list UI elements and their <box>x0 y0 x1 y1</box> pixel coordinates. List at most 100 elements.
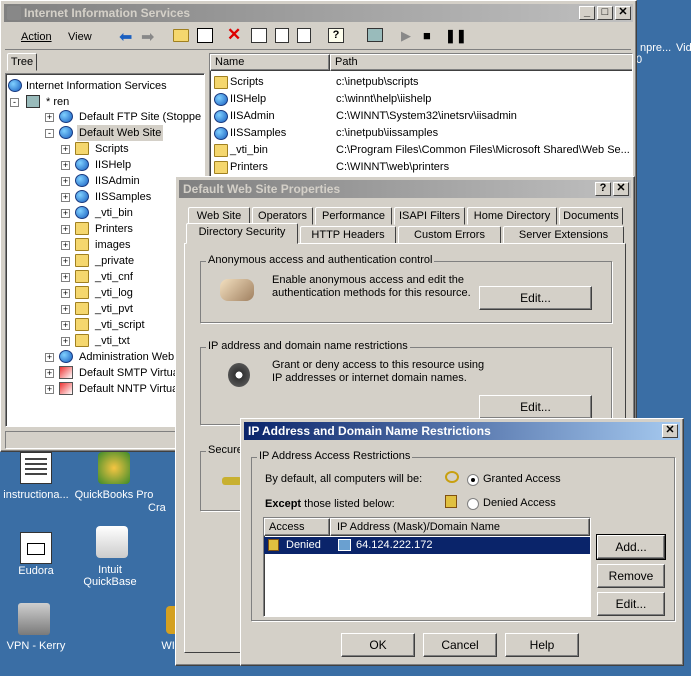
expand-icon[interactable]: + <box>61 177 70 186</box>
web-site-icon <box>75 174 89 187</box>
properties-icon[interactable] <box>251 28 267 43</box>
tab-row1-item[interactable]: Home Directory <box>467 207 557 225</box>
expand-icon[interactable]: + <box>45 385 54 394</box>
tab-row1-item[interactable]: Documents <box>559 207 623 225</box>
export-icon[interactable] <box>297 28 311 43</box>
expand-icon[interactable]: + <box>61 321 70 330</box>
computer-icon[interactable] <box>367 28 383 42</box>
tab-directory-security[interactable]: Directory Security <box>186 223 298 244</box>
close-button[interactable]: ✕ <box>615 6 631 20</box>
column-ip-address[interactable]: IP Address (Mask)/Domain Name <box>330 518 590 536</box>
list-item-path: c:\inetpub\scripts <box>336 76 419 88</box>
list-item-name: IISAdmin <box>230 110 275 122</box>
expand-icon[interactable]: + <box>61 145 70 154</box>
properties-titlebar[interactable]: Default Web Site Properties ? ✕ <box>179 180 631 198</box>
expand-icon[interactable]: + <box>45 113 54 122</box>
stop-icon[interactable]: ■ <box>423 28 431 43</box>
tree-item-label: _vti_pvt <box>95 303 133 315</box>
ip-dialog-titlebar[interactable]: IP Address and Domain Name Restrictions … <box>244 422 680 440</box>
mail-server-icon <box>59 382 73 395</box>
list-item-name: Scripts <box>230 76 264 88</box>
list-item[interactable]: Printers C:\WINNT\web\printers <box>212 159 632 176</box>
list-item-path: c:\inetpub\iissamples <box>336 127 439 139</box>
column-name[interactable]: Name <box>210 54 330 71</box>
expand-icon[interactable]: + <box>61 273 70 282</box>
tree-item-label: _vti_txt <box>95 335 130 347</box>
desktop-label-eudora[interactable]: Eudora <box>0 565 76 577</box>
remove-button[interactable]: Remove <box>597 564 665 588</box>
column-path[interactable]: Path <box>330 54 632 71</box>
restriction-row[interactable]: Denied 64.124.222.172 <box>264 537 590 554</box>
help-icon[interactable]: ? <box>328 28 344 43</box>
expand-icon[interactable]: + <box>45 369 54 378</box>
list-item-name: IISSamples <box>230 127 287 139</box>
granted-radio[interactable] <box>467 474 479 486</box>
tab-row2-item[interactable]: Custom Errors <box>398 226 501 244</box>
ip-dialog-title: IP Address and Domain Name Restrictions <box>248 424 491 438</box>
denied-radio[interactable] <box>467 498 479 510</box>
expand-icon[interactable]: + <box>61 193 70 202</box>
monitor-icon <box>338 539 351 551</box>
expand-icon[interactable]: + <box>61 337 70 346</box>
help-button[interactable]: Help <box>505 633 579 657</box>
maximize-button[interactable]: □ <box>597 6 613 20</box>
web-site-icon <box>59 126 73 139</box>
document-icon[interactable] <box>20 452 52 484</box>
anon-group-label: Anonymous access and authentication cont… <box>206 254 435 266</box>
pause-icon[interactable]: ❚❚ <box>445 28 467 44</box>
add-button[interactable]: Add... <box>596 534 666 560</box>
web-site-icon <box>75 190 89 203</box>
desktop-label-instructions[interactable]: instructiona... <box>0 489 76 501</box>
tab-row1-item[interactable]: ISAPI Filters <box>394 207 465 225</box>
expand-icon[interactable]: + <box>45 353 54 362</box>
expand-icon[interactable]: + <box>61 305 70 314</box>
tree-rows: + Default FTP Site (Stopped) - Default Web … <box>1 1 201 427</box>
desktop-label-vpn[interactable]: VPN - Kerry <box>0 640 76 652</box>
list-item[interactable]: Scripts c:\inetpub\scripts <box>212 74 632 91</box>
list-item[interactable]: IISHelp c:\winnt\help\iishelp <box>212 91 632 108</box>
list-item[interactable]: _vti_bin C:\Program Files\Common Files\Mi… <box>212 142 632 159</box>
tab-row2-item[interactable]: HTTP Headers <box>300 226 396 244</box>
edit-button[interactable]: Edit... <box>597 592 665 616</box>
tree-item-label: Printers <box>95 223 133 235</box>
default-text: By default, all computers will be: <box>265 473 423 485</box>
ip-dialog-close-button[interactable]: ✕ <box>662 424 678 438</box>
start-icon[interactable]: ▶ <box>401 28 411 44</box>
column-access[interactable]: Access <box>264 518 330 536</box>
help-title-button[interactable]: ? <box>595 182 611 196</box>
expand-icon[interactable]: + <box>61 241 70 250</box>
minimize-button[interactable]: _ <box>579 6 595 20</box>
quickbooks-icon[interactable] <box>98 452 130 484</box>
vpn-icon[interactable] <box>18 603 50 635</box>
desktop-label-quickbase[interactable]: Intuit QuickBase <box>70 564 150 588</box>
granted-label[interactable]: Granted Access <box>483 473 561 485</box>
denied-label[interactable]: Denied Access <box>483 497 556 509</box>
expand-icon[interactable]: + <box>61 161 70 170</box>
folder-icon <box>214 161 228 174</box>
expand-icon[interactable]: + <box>61 257 70 266</box>
except-label: Except those listed below: <box>265 498 395 510</box>
collapse-icon[interactable]: - <box>45 129 54 138</box>
anon-edit-button[interactable]: Edit... <box>479 286 592 310</box>
desktop-right-text: npre... <box>640 42 672 54</box>
ip-edit-button[interactable]: Edit... <box>479 395 592 419</box>
desktop-label-quickbooks[interactable]: QuickBooks Pro <box>74 489 154 501</box>
list-item[interactable]: IISAdmin C:\WINNT\System32\inetsrv\iisadm… <box>212 108 632 125</box>
list-item[interactable]: IISSamples c:\inetpub\iissamples <box>212 125 632 142</box>
tab-row2-item[interactable]: Server Extensions <box>503 226 624 244</box>
expand-icon[interactable]: + <box>61 209 70 218</box>
refresh-icon[interactable] <box>275 28 289 43</box>
properties-close-button[interactable]: ✕ <box>613 182 629 196</box>
list-item-name: _vti_bin <box>230 144 268 156</box>
expand-icon[interactable]: + <box>61 289 70 298</box>
delete-icon[interactable]: ✕ <box>227 25 241 45</box>
tab-row1-item[interactable]: Performance <box>315 207 392 225</box>
eudora-icon[interactable] <box>20 532 52 564</box>
web-site-icon <box>214 110 228 123</box>
ok-button[interactable]: OK <box>341 633 415 657</box>
list-item-path: C:\Program Files\Common Files\Microsoft … <box>336 144 630 156</box>
cancel-button[interactable]: Cancel <box>423 633 497 657</box>
expand-icon[interactable]: + <box>61 225 70 234</box>
folder-icon <box>214 76 228 89</box>
quickbase-icon[interactable] <box>96 526 128 558</box>
